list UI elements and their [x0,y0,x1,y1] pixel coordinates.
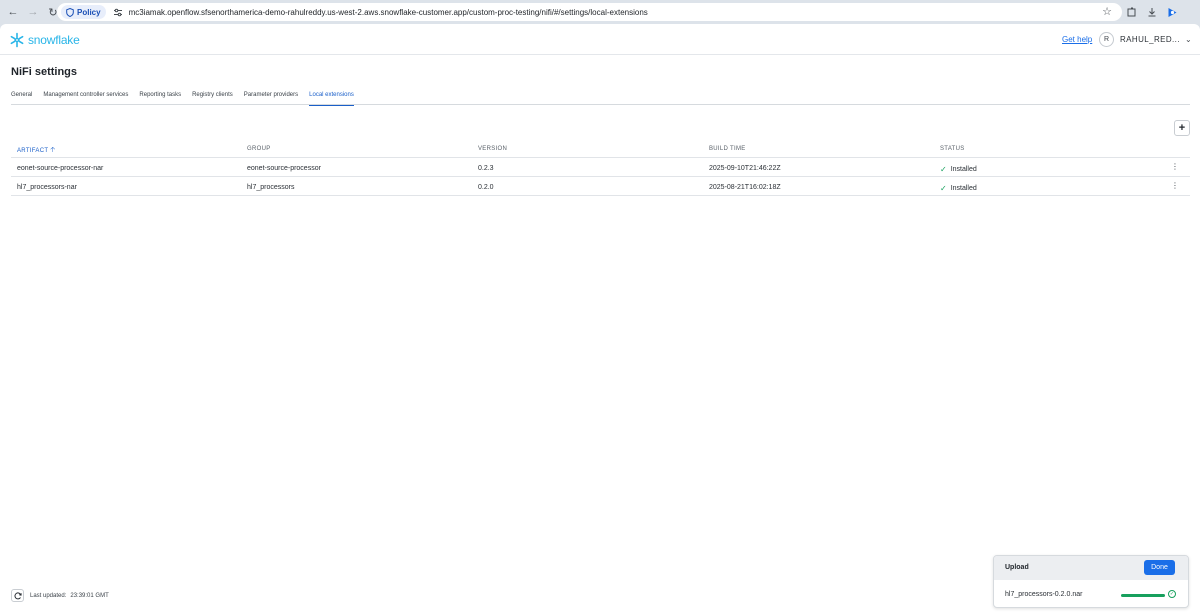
cell-status: ✓ Installed [940,184,977,193]
star-icon[interactable]: ☆ [1102,6,1112,18]
tune-icon[interactable] [112,6,124,18]
last-updated-time: 23:39:01 GMT [70,593,109,599]
table-header: ARTIFACT 🡡 GROUP VERSION BUILD TIME STATU… [11,140,1190,158]
extensions-icon[interactable] [1124,4,1140,20]
cell-version: 0.2.0 [478,184,494,191]
row-actions-menu-icon[interactable]: ⋮ [1171,182,1179,190]
address-bar[interactable]: Policy mc3iamak.openflow.sfsenorthameric… [57,3,1122,21]
column-header-label: ARTIFACT [17,148,49,154]
last-updated: Last updated: 23:39:01 GMT [30,593,109,599]
url-text: mc3iamak.openflow.sfsenorthamerica-demo-… [128,7,648,17]
column-header-build-time[interactable]: BUILD TIME [709,146,746,152]
column-header-status[interactable]: STATUS [940,146,965,152]
settings-tabs: General Management controller services R… [11,84,1190,106]
snowflake-logo[interactable]: snowflake [9,32,80,48]
upload-complete-check-icon: ✓ [1168,590,1176,598]
column-header-artifact[interactable]: ARTIFACT 🡡 [17,146,56,157]
tab-reporting-tasks[interactable]: Reporting tasks [139,84,181,105]
app-page: snowflake Get help R RAHUL_RED... ⌄ NiFi… [0,24,1200,616]
tab-registry-clients[interactable]: Registry clients [192,84,233,105]
upload-item: hl7_processors-0.2.0.nar ✓ [994,580,1188,607]
last-updated-label: Last updated: [30,593,67,599]
shield-icon [66,7,74,17]
done-button[interactable]: Done [1144,560,1175,575]
chevron-down-icon: ⌄ [1184,35,1192,44]
table-row[interactable]: hl7_processors-nar hl7_processors 0.2.0 … [11,177,1190,196]
cell-status: ✓ Installed [940,165,977,174]
status-label: Installed [950,185,977,192]
cell-version: 0.2.3 [478,165,494,172]
policy-label: Policy [77,7,101,17]
cell-artifact: eonet-source-processor-nar [17,165,104,172]
profile-icon[interactable] [1164,4,1180,20]
upload-progress-fill [1121,594,1165,597]
cell-group: eonet-source-processor [247,165,321,172]
upload-panel-header: Upload Done [994,556,1188,580]
get-help-link[interactable]: Get help [1062,35,1092,44]
tab-local-extensions[interactable]: Local extensions [309,84,354,106]
back-arrow-icon[interactable]: ← [4,3,22,21]
check-icon: ✓ [940,184,947,193]
policy-chip[interactable]: Policy [61,5,106,19]
logo-text: snowflake [28,33,80,47]
sort-ascending-icon: 🡡 [50,147,56,154]
cell-build-time: 2025-08-21T16:02:18Z [709,184,781,191]
add-extension-button[interactable]: + [1174,120,1190,136]
app-header: snowflake Get help R RAHUL_RED... ⌄ [0,24,1200,55]
upload-progress-bar [1121,594,1165,597]
forward-arrow-icon[interactable]: → [24,3,42,21]
row-actions-menu-icon[interactable]: ⋮ [1171,163,1179,171]
cell-artifact: hl7_processors-nar [17,184,77,191]
table-row[interactable]: eonet-source-processor-nar eonet-source-… [11,158,1190,177]
status-label: Installed [950,166,977,173]
upload-title: Upload [1005,564,1029,571]
username: RAHUL_RED... [1120,35,1180,44]
refresh-icon [13,591,22,599]
cell-group: hl7_processors [247,184,295,191]
refresh-button[interactable] [11,589,24,602]
browser-toolbar: ← → ↻ Policy mc3iamak.openflow.sfsenorth… [0,0,1200,24]
tab-management-controller-services[interactable]: Management controller services [43,84,128,105]
browser-extension-area [1124,4,1184,20]
tab-parameter-providers[interactable]: Parameter providers [244,84,298,105]
check-icon: ✓ [940,165,947,174]
cell-build-time: 2025-09-10T21:46:22Z [709,165,781,172]
extensions-table: ARTIFACT 🡡 GROUP VERSION BUILD TIME STATU… [11,140,1190,196]
column-header-version[interactable]: VERSION [478,146,507,152]
download-icon[interactable] [1144,4,1160,20]
snowflake-logo-icon [10,32,24,48]
column-header-group[interactable]: GROUP [247,146,271,152]
plus-icon: + [1178,121,1186,134]
upload-file-name: hl7_processors-0.2.0.nar [1005,591,1083,598]
user-menu[interactable]: R RAHUL_RED... ⌄ [1099,30,1192,49]
upload-panel: Upload Done hl7_processors-0.2.0.nar ✓ [993,555,1189,608]
page-title: NiFi settings [11,66,78,78]
avatar: R [1099,32,1114,47]
tab-general[interactable]: General [11,84,32,105]
